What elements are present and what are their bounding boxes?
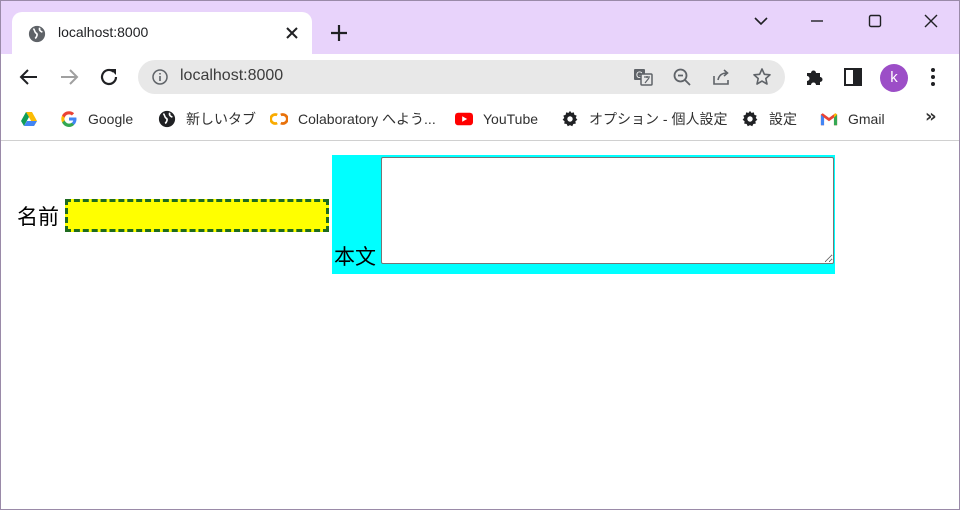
bookmark-label: 新しいタブ: [186, 111, 256, 127]
close-window-icon[interactable]: [919, 9, 943, 33]
bookmark-label: 設定: [769, 111, 797, 127]
gear-icon: [742, 110, 758, 127]
more-bookmarks-chevron[interactable]: »: [925, 106, 937, 127]
bookmark-new-tab[interactable]: 新しいタブ: [158, 108, 256, 130]
body-container: 本文: [332, 155, 835, 274]
bookmark-label: オプション - 個人設定: [589, 111, 728, 127]
bookmark-label: YouTube: [483, 111, 539, 127]
url-text[interactable]: localhost:8000: [180, 67, 283, 85]
browser-toolbar: localhost:8000 G k: [1, 54, 959, 100]
body-label: 本文: [334, 245, 376, 269]
globe-icon: [158, 110, 176, 128]
name-label: 名前: [17, 205, 59, 229]
page-content: 名前 本文: [1, 141, 959, 509]
close-tab-icon[interactable]: [284, 25, 300, 41]
bookmark-google-drive[interactable]: [20, 108, 38, 130]
zoom-out-icon[interactable]: [672, 67, 692, 87]
gear-icon: [562, 110, 578, 127]
globe-icon: [28, 25, 46, 43]
youtube-icon: [455, 112, 473, 126]
tab-title: localhost:8000: [58, 24, 149, 40]
back-arrow-icon[interactable]: [17, 65, 41, 89]
minimize-icon[interactable]: [805, 9, 829, 33]
bookmark-label: Colaboratory へよう...: [298, 111, 436, 127]
forward-arrow-icon[interactable]: [57, 65, 81, 89]
body-textarea[interactable]: [381, 157, 834, 264]
kebab-menu-icon[interactable]: [921, 65, 945, 89]
bookmark-star-icon[interactable]: [752, 67, 772, 87]
tab-strip: localhost:8000: [1, 1, 959, 54]
bookmark-gmail[interactable]: Gmail: [820, 108, 885, 130]
maximize-icon[interactable]: [863, 9, 887, 33]
tab-search-icon[interactable]: [749, 9, 773, 33]
side-panel-icon[interactable]: [841, 65, 865, 89]
bookmark-options[interactable]: オプション - 個人設定: [561, 108, 727, 130]
share-icon[interactable]: [711, 67, 731, 87]
bookmark-label: Google: [88, 111, 134, 127]
google-icon: [61, 111, 77, 127]
address-bar[interactable]: localhost:8000 G: [138, 60, 785, 94]
bookmark-label: Gmail: [848, 111, 885, 127]
translate-icon[interactable]: G: [632, 66, 654, 88]
extensions-puzzle-icon[interactable]: [802, 65, 826, 89]
bookmarks-bar: Google 新しいタブ Colaboratory へよう... YouTube: [1, 100, 959, 141]
google-drive-icon: [21, 112, 37, 126]
bookmark-settings[interactable]: 設定: [741, 108, 797, 130]
bookmark-youtube[interactable]: YouTube: [455, 108, 538, 130]
bookmark-google[interactable]: Google: [60, 108, 133, 130]
colab-icon: [270, 113, 288, 125]
browser-window: localhost:8000 localhost:8000 G k Google…: [0, 0, 960, 510]
new-tab-icon[interactable]: [329, 23, 349, 43]
profile-avatar[interactable]: k: [880, 64, 908, 92]
gmail-icon: [820, 113, 838, 126]
bookmark-colaboratory[interactable]: Colaboratory へよう...: [270, 108, 436, 130]
name-input[interactable]: [65, 199, 329, 232]
tab-localhost[interactable]: localhost:8000: [12, 12, 312, 54]
info-icon[interactable]: [152, 69, 168, 85]
reload-icon[interactable]: [97, 65, 121, 89]
